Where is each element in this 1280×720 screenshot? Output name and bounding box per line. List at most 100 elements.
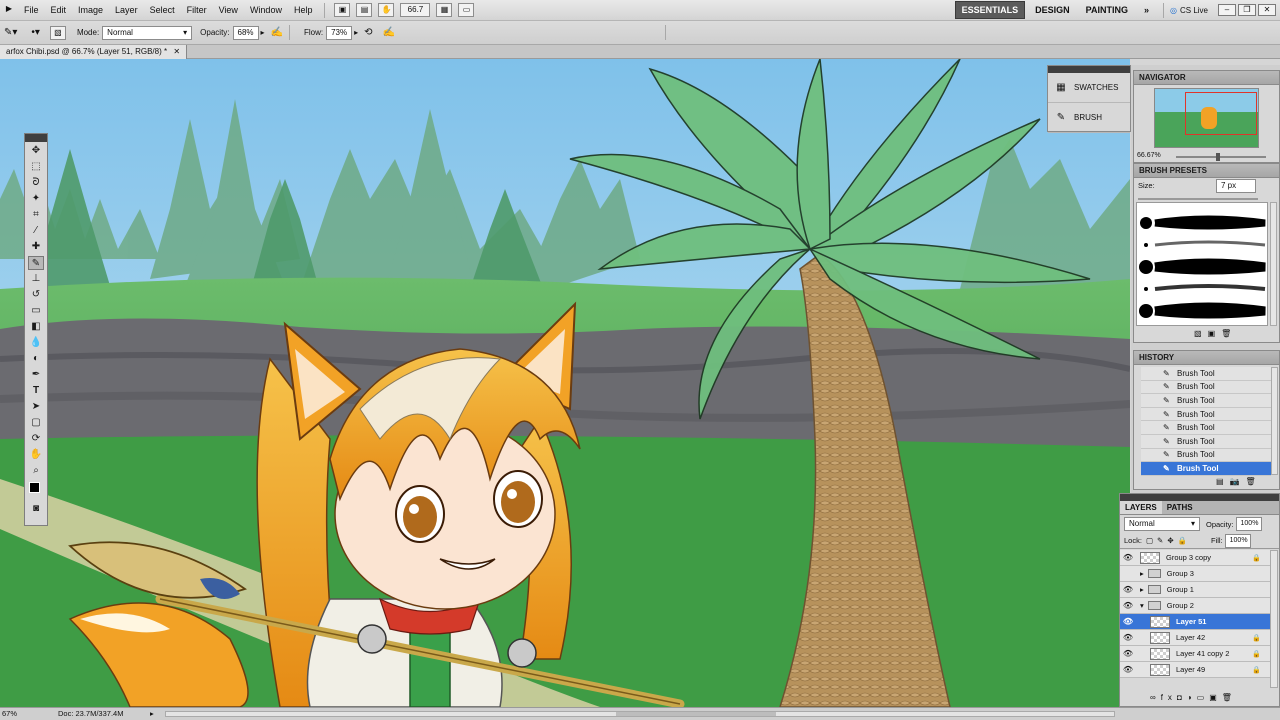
menu-window[interactable]: Window	[244, 5, 288, 15]
menu-layer[interactable]: Layer	[109, 5, 144, 15]
history-scrollbar[interactable]	[1271, 367, 1278, 475]
layer-group-row[interactable]: 👁 ▸ Group 1	[1120, 582, 1271, 598]
toggle-brush-panel-icon[interactable]: ▧	[1194, 329, 1208, 338]
adjustment-layer-icon[interactable]: ◑	[1187, 693, 1197, 702]
swatches-panel-button[interactable]: ▦ SWATCHES	[1048, 73, 1130, 103]
layers-grip[interactable]	[1120, 494, 1279, 501]
menu-view[interactable]: View	[213, 5, 244, 15]
cs-live-button[interactable]: ◎ CS Live	[1170, 6, 1208, 15]
visibility-eye-icon[interactable]: 👁	[1120, 649, 1136, 658]
menu-help[interactable]: Help	[288, 5, 319, 15]
mini-bridge-icon[interactable]: ▤	[356, 3, 373, 17]
pen-tool-icon[interactable]: ✒	[28, 368, 44, 382]
arrange-documents-icon[interactable]: ▦	[436, 3, 453, 17]
menu-image[interactable]: Image	[72, 5, 109, 15]
delete-state-icon[interactable]: 🗑	[1246, 477, 1262, 486]
brush-tool-icon[interactable]: ✎	[28, 256, 44, 270]
layer-mask-icon[interactable]: ◘	[1177, 693, 1187, 702]
opacity-field[interactable]: 68%	[232, 25, 259, 40]
layer-row[interactable]: 👁 Layer 41 copy 2 🔒	[1120, 646, 1271, 662]
workspace-design[interactable]: DESIGN	[1029, 2, 1076, 18]
opacity-slider-icon[interactable]: ▸	[261, 28, 265, 37]
delete-brush-icon[interactable]: 🗑	[1221, 329, 1237, 338]
horizontal-scrollbar[interactable]	[165, 711, 1115, 717]
color-swatches-icon[interactable]	[28, 480, 45, 500]
visibility-eye-icon[interactable]: 👁	[1120, 553, 1136, 562]
navigator-view-box[interactable]	[1185, 92, 1257, 135]
workspace-painting[interactable]: PAINTING	[1080, 2, 1134, 18]
toolbox-grip[interactable]	[25, 134, 47, 142]
bridge-icon[interactable]: ▣	[334, 3, 351, 17]
history-item[interactable]: ✎ Brush Tool	[1141, 434, 1271, 449]
layer-row[interactable]: 👁 Layer 49 🔒	[1120, 662, 1271, 678]
layer-row[interactable]: 👁 Layer 42 🔒	[1120, 630, 1271, 646]
status-arrow-icon[interactable]: ▸	[150, 708, 154, 720]
restore-icon[interactable]: ❐	[1238, 4, 1256, 16]
visibility-eye-icon[interactable]: 👁	[1120, 633, 1136, 642]
lock-all-icon[interactable]: 🔒	[1178, 536, 1187, 545]
document-tab[interactable]: arfox Chibi.psd @ 66.7% (Layer 51, RGB/8…	[0, 45, 188, 59]
new-layer-icon[interactable]: ▣	[1209, 693, 1222, 702]
history-item[interactable]: ✎ Brush Tool	[1141, 448, 1271, 463]
minimize-icon[interactable]: –	[1218, 4, 1236, 16]
visibility-eye-icon[interactable]: 👁	[1120, 601, 1136, 610]
status-zoom[interactable]: 67%	[2, 708, 17, 720]
brush-presets-scrollbar[interactable]	[1270, 202, 1277, 326]
visibility-eye-icon[interactable]: 👁	[1120, 585, 1136, 594]
menu-select[interactable]: Select	[144, 5, 181, 15]
marquee-tool-icon[interactable]: ⬚	[28, 160, 44, 174]
horizontal-scroll-thumb[interactable]	[616, 712, 776, 716]
airbrush-icon[interactable]: ⟲	[364, 27, 372, 38]
quick-mask-icon[interactable]: ◙	[28, 502, 44, 516]
dodge-tool-icon[interactable]: ◐	[28, 352, 44, 366]
clone-stamp-tool-icon[interactable]: ⊥	[28, 272, 44, 286]
blend-mode-select[interactable]: Normal ▾	[1124, 517, 1200, 531]
screen-mode-icon[interactable]: ▭	[458, 3, 475, 17]
move-tool-icon[interactable]: ✥	[28, 144, 44, 158]
close-tab-icon[interactable]: ✕	[173, 47, 180, 56]
navigator-zoom-value[interactable]: 66.67%	[1137, 152, 1161, 159]
visibility-eye-icon[interactable]: 👁	[1120, 617, 1136, 626]
dock-grip[interactable]	[1048, 66, 1130, 73]
hand-arrange-icon[interactable]: ✋	[378, 3, 395, 17]
lasso-tool-icon[interactable]: ᘐ	[28, 176, 44, 190]
history-item[interactable]: ✎ Brush Tool	[1141, 462, 1271, 476]
menu-edit[interactable]: Edit	[45, 5, 73, 15]
more-workspaces-icon[interactable]: »	[1138, 2, 1155, 18]
fill-field[interactable]: 100%	[1224, 533, 1251, 548]
history-item[interactable]: ✎ Brush Tool	[1141, 367, 1271, 381]
brush-size-slider[interactable]	[1138, 198, 1258, 200]
layers-scrollbar[interactable]	[1270, 550, 1278, 688]
history-item[interactable]: ✎ Brush Tool	[1141, 380, 1271, 395]
document-canvas[interactable]	[0, 59, 1130, 707]
pressure-size-icon[interactable]: ✍	[383, 27, 395, 38]
shape-tool-icon[interactable]: ▢	[28, 416, 44, 430]
mode-select[interactable]: Normal ▾	[102, 25, 193, 40]
zoom-tool-icon[interactable]: ⌕	[28, 464, 44, 478]
crop-tool-icon[interactable]: ⌗	[28, 208, 44, 222]
lock-position-icon[interactable]: ✥	[1167, 536, 1173, 545]
path-select-tool-icon[interactable]: ➤	[28, 400, 44, 414]
menu-file[interactable]: File	[18, 5, 45, 15]
layer-style-icon[interactable]: fx	[1161, 693, 1177, 702]
brush-size-field[interactable]: 7 px	[1216, 179, 1256, 193]
delete-layer-icon[interactable]: 🗑	[1222, 693, 1237, 702]
brush-panel-button[interactable]: ✎ BRUSH	[1048, 103, 1130, 133]
pressure-opacity-icon[interactable]: ✍	[271, 27, 283, 38]
eraser-tool-icon[interactable]: ▭	[28, 304, 44, 318]
brush-strokes-list[interactable]	[1136, 202, 1268, 326]
eyedropper-tool-icon[interactable]: ⁄	[28, 224, 44, 238]
navigator-thumbnail[interactable]	[1154, 88, 1259, 148]
navigator-slider-handle[interactable]	[1216, 153, 1220, 161]
layer-group-row[interactable]: ▸ Group 3	[1120, 566, 1271, 582]
link-layers-icon[interactable]: ∞	[1150, 693, 1161, 702]
history-item[interactable]: ✎ Brush Tool	[1141, 394, 1271, 408]
close-icon[interactable]: ✕	[1258, 4, 1276, 16]
chevron-down-icon[interactable]: ▾	[1140, 601, 1144, 610]
toggle-brush-panel-icon[interactable]: ▧	[49, 25, 66, 40]
tab-paths[interactable]: PATHS	[1162, 501, 1198, 514]
visibility-eye-icon[interactable]: 👁	[1120, 665, 1136, 674]
layer-row[interactable]: 👁 Layer 51	[1120, 614, 1271, 630]
flow-slider-icon[interactable]: ▸	[354, 28, 358, 37]
gradient-tool-icon[interactable]: ◧	[28, 320, 44, 334]
